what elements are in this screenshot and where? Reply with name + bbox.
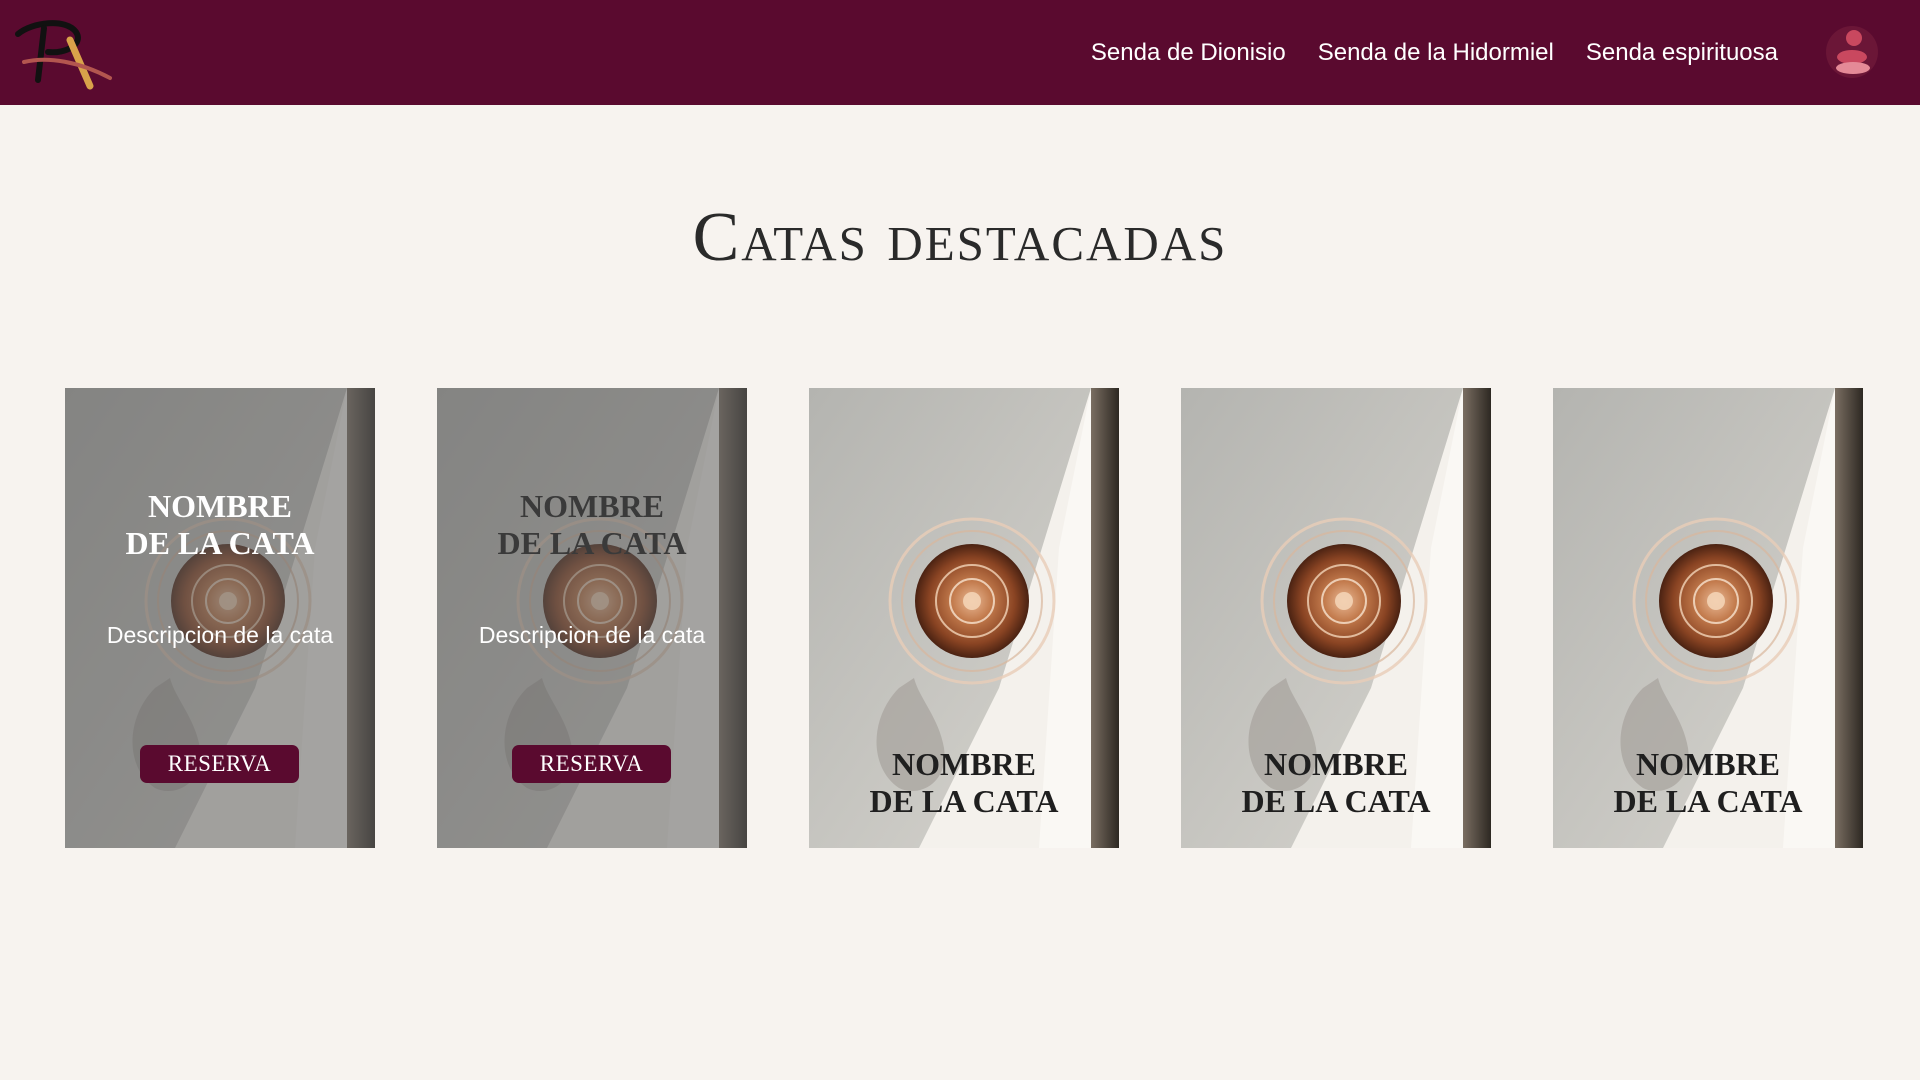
tasting-name-line-2: DE LA CATA — [125, 525, 315, 561]
user-icon[interactable] — [1822, 22, 1882, 82]
tasting-name: NOMBRE DE LA CATA — [809, 746, 1119, 820]
tasting-description: Descripcion de la cata — [106, 622, 334, 648]
featured-tastings-list: NOMBRE DE LA CATA Descripcion de la cata… — [65, 388, 1865, 848]
tasting-name-line-1: NOMBRE — [148, 488, 292, 524]
nav-link-senda-de-la-hidormiel[interactable]: Senda de la Hidormiel — [1318, 39, 1554, 67]
tasting-name-line-1: NOMBRE — [1264, 746, 1408, 782]
tasting-name-line-1: NOMBRE — [1636, 746, 1780, 782]
nav-link-senda-espirituosa[interactable]: Senda espirituosa — [1586, 39, 1778, 67]
reserve-button[interactable]: RESERVA — [512, 745, 671, 783]
section-title: Catas destacadas — [692, 199, 1228, 276]
tasting-description: Descripcion de la cata — [478, 622, 706, 648]
tasting-name: NOMBRE DE LA CATA — [1181, 746, 1491, 820]
tasting-name-line-2: DE LA CATA — [497, 525, 687, 561]
tasting-name-line-1: NOMBRE — [520, 488, 664, 524]
reserve-button[interactable]: RESERVA — [140, 745, 299, 783]
tasting-card[interactable]: NOMBRE DE LA CATA — [1181, 388, 1491, 848]
tasting-card[interactable]: NOMBRE DE LA CATA Descripcion de la cata… — [65, 388, 375, 848]
top-navbar: Senda de Dionisio Senda de la Hidormiel … — [0, 0, 1920, 105]
nav-link-senda-de-dionisio[interactable]: Senda de Dionisio — [1091, 39, 1286, 67]
tasting-name-line-1: NOMBRE — [892, 746, 1036, 782]
tasting-card[interactable]: NOMBRE DE LA CATA — [809, 388, 1119, 848]
main-nav: Senda de Dionisio Senda de la Hidormiel … — [1091, 0, 1778, 105]
tasting-name-line-2: DE LA CATA — [1241, 783, 1431, 819]
tasting-name: NOMBRE DE LA CATA — [1553, 746, 1863, 820]
tasting-card[interactable]: NOMBRE DE LA CATA Descripcion de la cata… — [437, 388, 747, 848]
tasting-name-line-2: DE LA CATA — [869, 783, 1059, 819]
tasting-name: NOMBRE DE LA CATA — [65, 488, 375, 562]
tasting-name-line-2: DE LA CATA — [1613, 783, 1803, 819]
brand-logo[interactable] — [14, 18, 114, 90]
tasting-name: NOMBRE DE LA CATA — [437, 488, 747, 562]
tasting-card[interactable]: NOMBRE DE LA CATA — [1553, 388, 1863, 848]
